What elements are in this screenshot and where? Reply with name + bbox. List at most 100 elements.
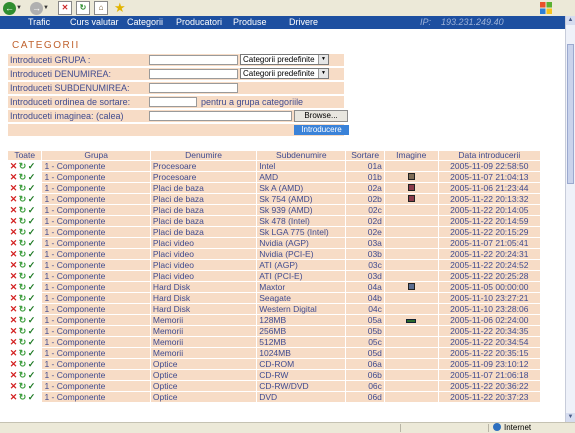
check-icon[interactable]: ✓ (27, 216, 36, 226)
refresh-button[interactable]: ↻ (76, 1, 90, 15)
edit-icon[interactable]: ↻ (18, 161, 27, 171)
edit-icon[interactable]: ↻ (18, 194, 27, 204)
subdenumire-input[interactable] (149, 83, 238, 93)
check-icon[interactable]: ✓ (27, 271, 36, 281)
col-data[interactable]: Data introducerii (438, 151, 540, 160)
check-icon[interactable]: ✓ (27, 238, 36, 248)
delete-icon[interactable]: ✕ (9, 183, 18, 193)
edit-icon[interactable]: ↻ (18, 293, 27, 303)
check-icon[interactable]: ✓ (27, 370, 36, 380)
nav-categorii[interactable]: Categorii (127, 17, 163, 27)
delete-icon[interactable]: ✕ (9, 216, 18, 226)
check-icon[interactable]: ✓ (27, 205, 36, 215)
col-grupa[interactable]: Grupa (42, 151, 150, 160)
edit-icon[interactable]: ↻ (18, 172, 27, 182)
edit-icon[interactable]: ↻ (18, 205, 27, 215)
nav-producatori[interactable]: Producatori (176, 17, 222, 27)
check-icon[interactable]: ✓ (27, 260, 36, 270)
delete-icon[interactable]: ✕ (9, 337, 18, 347)
mb-thumbnail-icon[interactable] (407, 184, 415, 191)
delete-icon[interactable]: ✕ (9, 315, 18, 325)
nav-produse[interactable]: Produse (233, 17, 267, 27)
nav-trafic[interactable]: Trafic (28, 17, 50, 27)
vertical-scrollbar[interactable]: ▲ ▼ (565, 16, 575, 422)
delete-icon[interactable]: ✕ (9, 293, 18, 303)
delete-icon[interactable]: ✕ (9, 282, 18, 292)
delete-icon[interactable]: ✕ (9, 381, 18, 391)
edit-icon[interactable]: ↻ (18, 227, 27, 237)
mem-thumbnail-icon[interactable] (406, 319, 417, 323)
delete-icon[interactable]: ✕ (9, 194, 18, 204)
check-icon[interactable]: ✓ (27, 293, 36, 303)
check-icon[interactable]: ✓ (27, 183, 36, 193)
denumire-select[interactable]: Categorii predefinite ▼ (240, 68, 329, 79)
edit-icon[interactable]: ↻ (18, 370, 27, 380)
grupa-select[interactable]: Categorii predefinite ▼ (240, 54, 329, 65)
check-icon[interactable]: ✓ (27, 304, 36, 314)
delete-icon[interactable]: ✕ (9, 359, 18, 369)
edit-icon[interactable]: ↻ (18, 392, 27, 402)
edit-icon[interactable]: ↻ (18, 260, 27, 270)
edit-icon[interactable]: ↻ (18, 348, 27, 358)
scroll-up-icon[interactable]: ▲ (566, 16, 575, 25)
check-icon[interactable]: ✓ (27, 315, 36, 325)
edit-icon[interactable]: ↻ (18, 315, 27, 325)
delete-icon[interactable]: ✕ (9, 370, 18, 380)
edit-icon[interactable]: ↻ (18, 359, 27, 369)
favorites-button[interactable]: ★ (114, 1, 126, 15)
col-sortare[interactable]: Sortare (346, 151, 384, 160)
check-icon[interactable]: ✓ (27, 249, 36, 259)
hd-thumbnail-icon[interactable] (407, 283, 415, 290)
delete-icon[interactable]: ✕ (9, 161, 18, 171)
edit-icon[interactable]: ↻ (18, 271, 27, 281)
nav-drivere[interactable]: Drivere (289, 17, 318, 27)
edit-icon[interactable]: ↻ (18, 381, 27, 391)
nav-curs-valutar[interactable]: Curs valutar (70, 17, 119, 27)
imagine-path-input[interactable] (149, 111, 292, 121)
delete-icon[interactable]: ✕ (9, 172, 18, 182)
edit-icon[interactable]: ↻ (18, 326, 27, 336)
edit-icon[interactable]: ↻ (18, 282, 27, 292)
forward-button[interactable]: → ▼ (30, 1, 49, 15)
check-icon[interactable]: ✓ (27, 348, 36, 358)
delete-icon[interactable]: ✕ (9, 227, 18, 237)
delete-icon[interactable]: ✕ (9, 348, 18, 358)
delete-icon[interactable]: ✕ (9, 271, 18, 281)
browse-button[interactable]: Browse... (294, 110, 348, 122)
check-icon[interactable]: ✓ (27, 337, 36, 347)
denumire-input[interactable] (149, 69, 238, 79)
edit-icon[interactable]: ↻ (18, 183, 27, 193)
delete-icon[interactable]: ✕ (9, 304, 18, 314)
delete-icon[interactable]: ✕ (9, 249, 18, 259)
col-toate[interactable]: Toate (8, 151, 42, 160)
mb-thumbnail-icon[interactable] (407, 195, 415, 202)
check-icon[interactable]: ✓ (27, 194, 36, 204)
col-denumire[interactable]: Denumire (150, 151, 257, 160)
ordine-input[interactable] (149, 97, 197, 107)
check-icon[interactable]: ✓ (27, 326, 36, 336)
edit-icon[interactable]: ↻ (18, 238, 27, 248)
delete-icon[interactable]: ✕ (9, 205, 18, 215)
edit-icon[interactable]: ↻ (18, 216, 27, 226)
delete-icon[interactable]: ✕ (9, 326, 18, 336)
check-icon[interactable]: ✓ (27, 282, 36, 292)
check-icon[interactable]: ✓ (27, 161, 36, 171)
introducere-button[interactable]: Introducere (294, 125, 349, 135)
stop-button[interactable]: ✕ (58, 1, 72, 15)
home-button[interactable]: ⌂ (94, 1, 108, 15)
check-icon[interactable]: ✓ (27, 392, 36, 402)
edit-icon[interactable]: ↻ (18, 304, 27, 314)
scroll-thumb[interactable] (567, 44, 574, 184)
delete-icon[interactable]: ✕ (9, 392, 18, 402)
check-icon[interactable]: ✓ (27, 359, 36, 369)
delete-icon[interactable]: ✕ (9, 260, 18, 270)
back-dropdown-icon[interactable]: ▼ (16, 5, 22, 11)
check-icon[interactable]: ✓ (27, 227, 36, 237)
col-imagine[interactable]: Imagine (384, 151, 438, 160)
forward-dropdown-icon[interactable]: ▼ (43, 5, 49, 11)
cpu-thumbnail-icon[interactable] (407, 173, 415, 180)
back-button[interactable]: ← ▼ (3, 1, 22, 15)
col-subdenumire[interactable]: Subdenumire (257, 151, 346, 160)
delete-icon[interactable]: ✕ (9, 238, 18, 248)
scroll-down-icon[interactable]: ▼ (566, 413, 575, 422)
